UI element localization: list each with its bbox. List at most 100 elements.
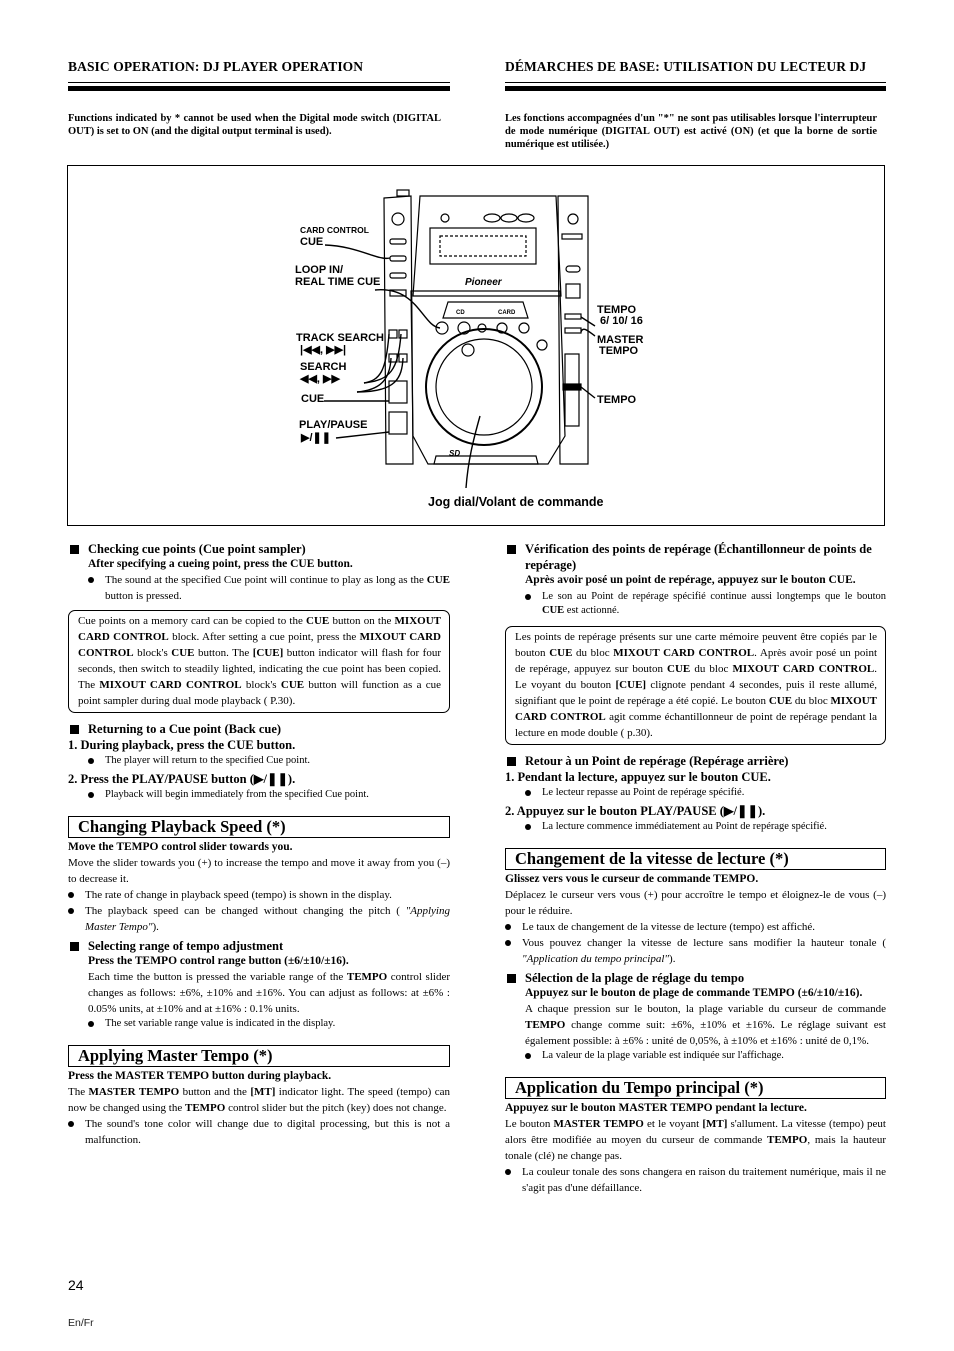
label-play-pause: PLAY/PAUSE bbox=[299, 419, 368, 431]
cdj-player-illustration: Pioneer CD CARD SD bbox=[324, 189, 596, 489]
instruction: Press the TEMPO control range button (±6… bbox=[88, 955, 349, 967]
bullet-item: Vous pouvez changer la vitesse de lectur… bbox=[505, 935, 886, 967]
label-tempo-range-values: 6/ 10/ 16 bbox=[600, 315, 643, 327]
label-jog-dial: Jog dial/Volant de commande bbox=[428, 495, 604, 509]
bullet-item: The set variable range value is indicate… bbox=[68, 1017, 450, 1031]
bullet-item: La lecture commence immédiatement au Poi… bbox=[505, 820, 886, 834]
svg-text:CARD: CARD bbox=[498, 310, 516, 316]
display-window bbox=[429, 227, 537, 265]
paragraph: Le bouton MASTER TEMPO et le voyant [MT]… bbox=[505, 1118, 887, 1162]
bullet-item: La couleur tonale des sons changera en r… bbox=[505, 1164, 886, 1196]
bullet-dot-icon bbox=[88, 792, 94, 798]
paragraph: Déplacez le curseur vers vous (+) pour a… bbox=[505, 889, 886, 917]
label-cue: CUE bbox=[301, 393, 325, 405]
label-card-cue: CUE bbox=[300, 236, 324, 248]
tempo-slider-knob bbox=[562, 383, 582, 391]
header-rule-thick bbox=[505, 86, 886, 91]
page-number: 24 bbox=[68, 1277, 84, 1293]
instruction: Appuyez sur le bouton de plage de comman… bbox=[525, 987, 863, 999]
bullet-item: The sound's tone color will change due t… bbox=[68, 1116, 450, 1148]
instruction: Appuyez sur le bouton MASTER TEMPO penda… bbox=[505, 1102, 807, 1114]
search-icons: ◀◀, ▶▶ bbox=[300, 373, 340, 385]
section-title-changing-playback-speed: Changing Playback Speed (*) bbox=[68, 816, 450, 838]
instruction: Après avoir posé un point de repérage, a… bbox=[525, 574, 856, 586]
bullet-dot-icon bbox=[68, 908, 74, 914]
bullet-item: The player will return to the specified … bbox=[68, 754, 450, 768]
bullet-item: The sound at the specified Cue point wil… bbox=[68, 572, 450, 604]
player-diagram-figure: Pioneer CD CARD SD CARD CONTROL CUE LOOP… bbox=[67, 165, 885, 526]
display-outline bbox=[439, 235, 527, 257]
bullet-dot-icon bbox=[505, 940, 511, 946]
english-column: Checking cue points (Cue point sampler) … bbox=[68, 541, 450, 1148]
section-header-en: BASIC OPERATION: DJ PLAYER OPERATION bbox=[68, 59, 364, 74]
track-search-icons: |◀◀, ▶▶| bbox=[300, 344, 347, 356]
language-code: En/Fr bbox=[68, 1317, 94, 1329]
jog-dial-dimple bbox=[461, 343, 475, 357]
bullet-dot-icon bbox=[88, 577, 94, 583]
square-bullet-icon bbox=[507, 545, 516, 554]
square-bullet-icon bbox=[70, 725, 79, 734]
label-loop-in: LOOP IN/ bbox=[295, 264, 344, 276]
step-1: 1. Pendant la lecture, appuyez sur le bo… bbox=[505, 770, 771, 784]
svg-text:CD: CD bbox=[456, 310, 465, 316]
bullet-dot-icon bbox=[68, 892, 74, 898]
bullet-item: Playback will begin immediately from the… bbox=[68, 788, 450, 802]
square-bullet-icon bbox=[507, 974, 516, 983]
heading-checking-cue-points: Checking cue points (Cue point sampler) bbox=[68, 541, 450, 557]
pioneer-logo: Pioneer bbox=[465, 277, 503, 288]
bullet-dot-icon bbox=[88, 758, 94, 764]
bullet-dot-icon bbox=[525, 790, 531, 796]
label-card-control: CARD CONTROL bbox=[300, 225, 369, 235]
heading-back-cue: Returning to a Cue point (Back cue) bbox=[68, 721, 450, 737]
label-real-time-cue: REAL TIME CUE bbox=[295, 276, 381, 288]
digital-mode-note-en: Functions indicated by * cannot be used … bbox=[68, 113, 441, 137]
jog-dial-outer bbox=[425, 328, 543, 446]
bullet-item: The rate of change in playback speed (te… bbox=[68, 887, 450, 903]
label-tempo-slider: TEMPO bbox=[597, 394, 637, 406]
square-bullet-icon bbox=[507, 757, 516, 766]
paragraph: A chaque pression sur le bouton, la plag… bbox=[525, 1003, 886, 1047]
label-search: SEARCH bbox=[300, 361, 347, 373]
bullet-dot-icon bbox=[525, 594, 531, 600]
section-title-applying-master-tempo: Applying Master Tempo (*) bbox=[68, 1045, 450, 1067]
cue-sampler-note-box-fr: Les points de repérage présents sur une … bbox=[505, 626, 886, 745]
power-tab bbox=[396, 189, 410, 197]
header-rule-thin bbox=[68, 82, 450, 83]
heading-selecting-range: Selecting range of tempo adjustment bbox=[68, 938, 450, 954]
jog-dial-inner bbox=[435, 338, 533, 436]
french-column: Vérification des points de repérage (Éch… bbox=[505, 541, 886, 1196]
label-master-tempo-2: TEMPO bbox=[599, 345, 639, 357]
svg-text:SD: SD bbox=[449, 449, 460, 458]
bullet-dot-icon bbox=[505, 924, 511, 930]
paragraph: The MASTER TEMPO button and the [MT] ind… bbox=[68, 1086, 450, 1114]
heading-verification-points: Vérification des points de repérage (Éch… bbox=[505, 541, 886, 573]
section-title-application-tempo: Application du Tempo principal (*) bbox=[505, 1077, 886, 1099]
paragraph: Each time the button is pressed the vari… bbox=[88, 971, 450, 1015]
instruction: Press the MASTER TEMPO button during pla… bbox=[68, 1070, 332, 1082]
bullet-dot-icon bbox=[88, 1021, 94, 1027]
bullet-item: The playback speed can be changed withou… bbox=[68, 903, 450, 935]
instruction: After specifying a cueing point, press t… bbox=[88, 558, 353, 570]
step-1: 1. During playback, press the CUE button… bbox=[68, 738, 296, 752]
digital-mode-note-fr: Les fonctions accompagnées d'un "*" ne s… bbox=[505, 113, 877, 150]
play-pause-icon: ▶/❚❚ bbox=[301, 432, 331, 444]
section-title-changement-vitesse: Changement de la vitesse de lecture (*) bbox=[505, 848, 886, 870]
paragraph: Move the slider towards you (+) to incre… bbox=[68, 857, 450, 885]
bullet-item: Le son au Point de repérage spécifié con… bbox=[505, 590, 886, 618]
bullet-dot-icon bbox=[505, 1169, 511, 1175]
square-bullet-icon bbox=[70, 942, 79, 951]
label-track-search: TRACK SEARCH bbox=[296, 332, 384, 344]
cue-sampler-note-box: Cue points on a memory card can be copie… bbox=[68, 610, 450, 713]
square-bullet-icon bbox=[70, 545, 79, 554]
step-2: 2. Appuyez sur le bouton PLAY/PAUSE (▶/❚… bbox=[505, 804, 766, 818]
bullet-item: Le lecteur repasse au Point de repérage … bbox=[505, 786, 886, 800]
bullet-dot-icon bbox=[525, 824, 531, 830]
heading-selection-plage: Sélection de la plage de réglage du temp… bbox=[505, 970, 886, 986]
instruction: Glissez vers vous le curseur de commande… bbox=[505, 873, 759, 885]
bullet-item: La valeur de la plage variable est indiq… bbox=[505, 1049, 886, 1063]
bullet-dot-icon bbox=[525, 1053, 531, 1059]
bullet-item: Le taux de changement de la vitesse de l… bbox=[505, 919, 886, 935]
section-header-fr: DÉMARCHES DE BASE: UTILISATION DU LECTEU… bbox=[505, 59, 867, 74]
instruction: Move the TEMPO control slider towards yo… bbox=[68, 841, 293, 853]
bullet-dot-icon bbox=[68, 1121, 74, 1127]
